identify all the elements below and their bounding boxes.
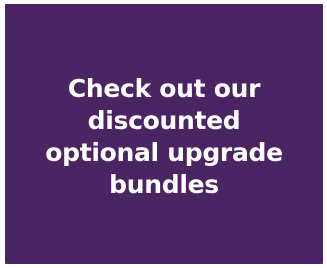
promo-banner: Check out our discounted optional upgrad… [5, 4, 323, 264]
promo-message: Check out our discounted optional upgrad… [45, 74, 283, 199]
